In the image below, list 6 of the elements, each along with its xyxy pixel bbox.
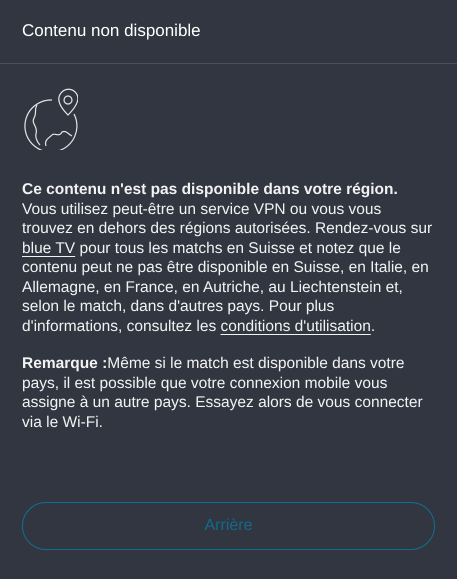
text-link[interactable]: conditions d'utilisation — [220, 318, 371, 334]
dialog-title: Contenu non disponible — [22, 21, 201, 42]
globe-pin-icon — [22, 88, 78, 150]
message-text: Remarque :Même si le match est disponible dans votre pays, il est possible que votre connexion mobile vous assigne à un autre pays. Essayez alors de vous connecter via le Wi-Fi. — [22, 354, 424, 432]
text-link[interactable]: blue TV — [22, 240, 76, 256]
message-text: Ce contenu n'est pas disponible dans votre région. Vous utilisez peut-être un service VPN ou vous vous trouvez en dehors des régions autorisées. Rendez-vous sur blue TV pour tous les matchs en Suisse et notez que le contenu peut ne pas être disponible en Suisse, en Italie, en Allemagne, en France, en Autriche, au Liechtenstein et, selon le match, dans d'autres pays. Pour plus d'informations, consultez les conditions d'utilisation. — [22, 180, 434, 336]
